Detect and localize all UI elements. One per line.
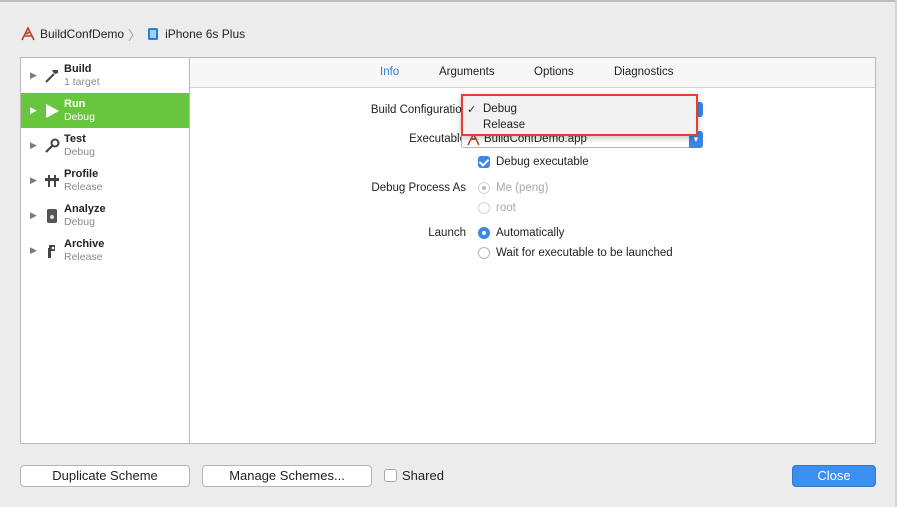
analyze-icon — [42, 206, 62, 226]
sidebar-item-subtitle: Debug — [64, 145, 95, 158]
breadcrumb-project-label: BuildConfDemo — [40, 27, 125, 41]
debug-executable-label: Debug executable — [496, 156, 589, 168]
sidebar-item-test[interactable]: ▶ Test Debug — [21, 128, 189, 163]
launch-automatically-label: Automatically — [496, 227, 565, 239]
sidebar-item-analyze[interactable]: ▶ Analyze Debug — [21, 198, 189, 233]
debug-process-root-radio[interactable]: root — [478, 202, 516, 214]
instruments-icon — [42, 171, 62, 191]
debug-executable-checkbox[interactable]: Debug executable — [478, 156, 589, 168]
breadcrumb-separator: 〉 — [128, 27, 142, 43]
scheme-action-sidebar: ▶ Build 1 target ▶ Run Debug ▶ Test Debu… — [20, 57, 190, 444]
sidebar-item-title: Test — [64, 132, 86, 145]
sidebar-item-build[interactable]: ▶ Build 1 target — [21, 58, 189, 93]
launch-label: Launch — [428, 227, 466, 239]
sidebar-item-title: Archive — [64, 237, 105, 250]
breadcrumb-device[interactable]: iPhone 6s Plus — [145, 26, 245, 42]
menu-item-debug[interactable]: Debug — [483, 103, 517, 115]
device-icon — [148, 28, 159, 40]
launch-wait-label: Wait for executable to be launched — [496, 247, 673, 259]
tab-options[interactable]: Options — [534, 66, 574, 78]
sidebar-item-subtitle: Debug — [64, 110, 95, 123]
checkbox-unchecked-icon[interactable] — [384, 469, 397, 482]
close-button[interactable]: Close — [792, 465, 876, 487]
disclosure-triangle-icon[interactable]: ▶ — [30, 245, 42, 256]
disclosure-triangle-icon[interactable]: ▶ — [30, 175, 42, 186]
xcode-project-icon — [21, 26, 35, 41]
launch-wait-radio[interactable]: Wait for executable to be launched — [478, 247, 673, 259]
hammer-icon — [42, 66, 62, 86]
tab-info[interactable]: Info — [380, 66, 399, 78]
sidebar-item-subtitle: Release — [64, 250, 103, 263]
disclosure-triangle-icon[interactable]: ▶ — [30, 210, 42, 221]
shared-label: Shared — [402, 468, 444, 483]
executable-label: Executable — [409, 133, 466, 145]
sidebar-item-profile[interactable]: ▶ Profile Release — [21, 163, 189, 198]
radio-button[interactable] — [478, 227, 490, 239]
tab-bar: Info Arguments Options Diagnostics — [190, 58, 875, 88]
tab-arguments[interactable]: Arguments — [439, 66, 495, 78]
debug-process-me-radio[interactable]: Me (peng) — [478, 182, 548, 194]
radio-button[interactable] — [478, 247, 490, 259]
breadcrumb-device-label: iPhone 6s Plus — [165, 27, 246, 41]
sidebar-item-title: Run — [64, 97, 86, 110]
breadcrumb-project[interactable]: BuildConfDemo — [20, 26, 124, 42]
disclosure-triangle-icon[interactable]: ▶ — [30, 105, 42, 116]
disclosure-triangle-icon[interactable]: ▶ — [30, 70, 42, 81]
launch-automatically-radio[interactable]: Automatically — [478, 227, 564, 239]
build-configuration-menu: ✓ Debug Release — [461, 94, 698, 136]
play-icon — [42, 101, 62, 121]
radio-button[interactable] — [478, 202, 490, 214]
sidebar-item-subtitle: 1 target — [64, 75, 100, 88]
shared-checkbox[interactable]: Shared — [384, 468, 444, 483]
disclosure-triangle-icon[interactable]: ▶ — [30, 140, 42, 151]
sidebar-item-title: Profile — [64, 167, 99, 180]
sidebar-item-archive[interactable]: ▶ Archive Release — [21, 233, 189, 268]
sidebar-item-subtitle: Release — [64, 180, 103, 193]
sidebar-item-subtitle: Debug — [64, 215, 95, 228]
window-top-border — [0, 0, 897, 2]
radio-button[interactable] — [478, 182, 490, 194]
duplicate-scheme-button[interactable]: Duplicate Scheme — [20, 465, 190, 487]
wrench-icon — [42, 136, 62, 156]
sidebar-item-title: Analyze — [64, 202, 106, 215]
debug-process-root-label: root — [496, 202, 516, 214]
breadcrumb: BuildConfDemo 〉 iPhone 6s Plus — [20, 25, 245, 43]
build-configuration-label: Build Configuration — [370, 104, 468, 116]
checkbox-checked-icon[interactable] — [478, 156, 490, 168]
archive-icon — [42, 241, 62, 261]
sidebar-item-title: Build — [64, 62, 92, 75]
menu-item-release[interactable]: Release — [483, 119, 525, 131]
debug-process-me-label: Me (peng) — [496, 182, 549, 194]
checkmark-icon: ✓ — [467, 104, 477, 116]
debug-process-as-label: Debug Process As — [371, 182, 466, 194]
sidebar-item-run[interactable]: ▶ Run Debug — [21, 93, 189, 128]
manage-schemes-button[interactable]: Manage Schemes... — [202, 465, 372, 487]
tab-diagnostics[interactable]: Diagnostics — [614, 66, 673, 78]
